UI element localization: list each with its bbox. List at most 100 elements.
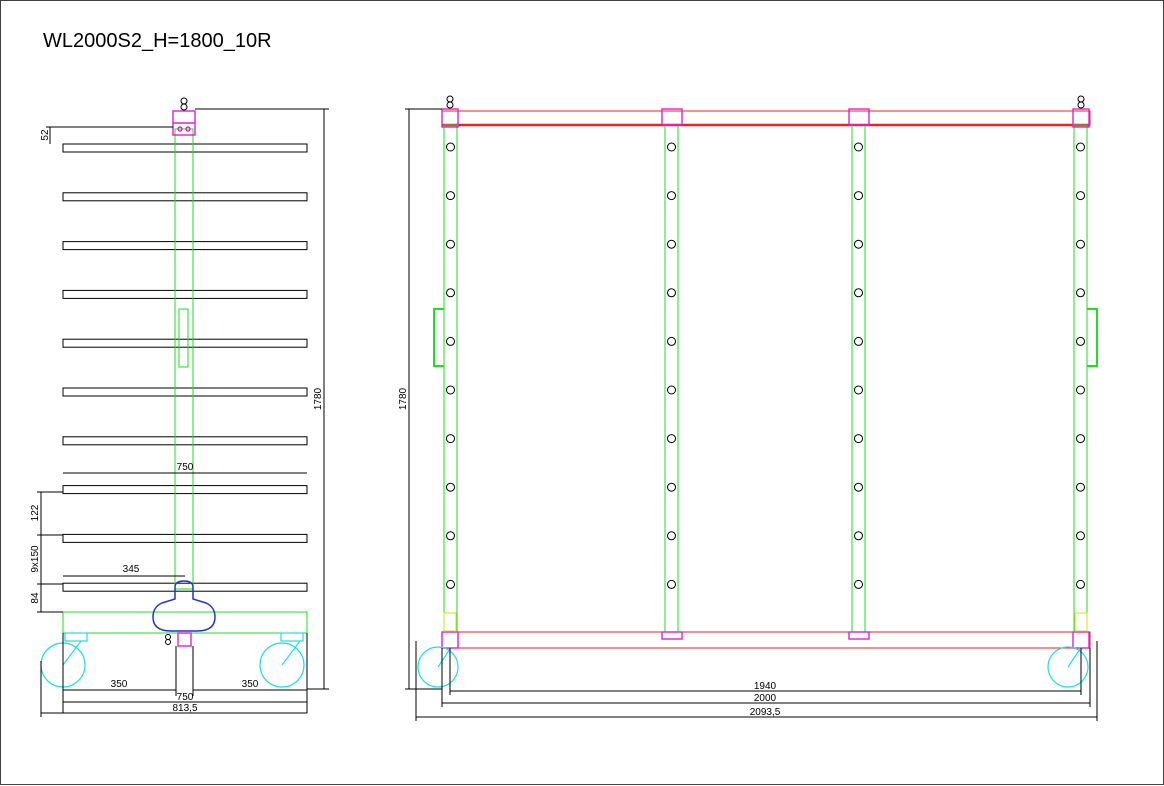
- post-3-hole-2: [854, 191, 863, 201]
- side-wheel-mount-right: [280, 632, 304, 642]
- post-4-hole-8: [1076, 482, 1085, 492]
- drawing-title: WL2000S2_H=1800_10R: [43, 30, 272, 52]
- side-view: 52 1780 750 122 9x150 345 84 350 350 750…: [30, 97, 329, 717]
- post-4-hole-3: [1076, 239, 1085, 249]
- post-4-hole-4: [1076, 288, 1085, 298]
- dim-wheel-left-label: 350: [111, 679, 128, 690]
- post-2-hole-2: [667, 191, 676, 201]
- post-1-hole-5: [446, 336, 455, 346]
- post-1-hole-1: [446, 142, 455, 152]
- post-1-hole-7: [446, 434, 455, 444]
- post-3-hole-7: [854, 434, 863, 444]
- side-wheel-mount-left: [64, 632, 88, 642]
- side-shelves: [62, 143, 308, 592]
- front-lock-right: [1074, 612, 1088, 632]
- dim-inner-width-label: 1940: [754, 681, 777, 692]
- dim-height-label: 1780: [313, 387, 324, 410]
- front-lift-eye-right-top: [1077, 95, 1085, 103]
- post-2-hole-3: [667, 239, 676, 249]
- post-2-hole-1: [667, 142, 676, 152]
- post-2-hole-4: [667, 288, 676, 298]
- drawing-sheet: WL2000S2_H=1800_10R 52 1780 750 122 9x15…: [0, 0, 1164, 785]
- dim-front-overall-label: 2093,5: [750, 707, 781, 718]
- shelf-10: [62, 582, 308, 592]
- front-bottom-rail: [441, 631, 1091, 649]
- post-2-hole-10: [667, 579, 676, 589]
- dim-overall-label: 813,5: [172, 703, 197, 714]
- post-1-hole-4: [446, 288, 455, 298]
- front-post-4: [1073, 124, 1088, 633]
- post-2-hole-9: [667, 531, 676, 541]
- side-lift-eye-bottom: [180, 103, 188, 111]
- front-mid-bottom-bracket-1: [661, 631, 683, 640]
- dim-gap-label: 122: [30, 504, 41, 521]
- front-side-handle-left: [433, 308, 444, 367]
- front-wheel-left-spoke: [437, 648, 451, 668]
- post-2-hole-5: [667, 336, 676, 346]
- front-post-1: [443, 124, 458, 633]
- post-4-hole-1: [1076, 142, 1085, 152]
- shelf-8: [62, 485, 308, 495]
- post-2-hole-6: [667, 385, 676, 395]
- dim-base-width-label: 750: [177, 692, 194, 703]
- shelf-5: [62, 338, 308, 348]
- front-top-rail: [441, 110, 1091, 126]
- side-bottom-bracket: [177, 632, 192, 647]
- front-lift-eye-right-bottom: [1077, 101, 1085, 109]
- post-3-hole-5: [854, 336, 863, 346]
- post-2-hole-8: [667, 482, 676, 492]
- post-1-hole-8: [446, 482, 455, 492]
- shelf-7: [62, 436, 308, 446]
- side-bottom-bolt-b: [165, 639, 171, 645]
- front-bottom-bracket-left: [441, 631, 459, 649]
- front-lift-eye-left-bottom: [446, 101, 454, 109]
- side-bottom-bolt-a: [165, 634, 171, 640]
- front-mid-bottom-bracket-2: [848, 631, 870, 640]
- post-1-hole-9: [446, 531, 455, 541]
- dim-front-height-label: 1780: [398, 387, 409, 410]
- post-4-hole-9: [1076, 531, 1085, 541]
- post-4-hole-6: [1076, 385, 1085, 395]
- shelf-6: [62, 387, 308, 397]
- shelf-9: [62, 533, 308, 543]
- post-3-hole-9: [854, 531, 863, 541]
- dim-top-offset-label: 52: [40, 129, 51, 141]
- post-2-hole-7: [667, 434, 676, 444]
- post-3-hole-10: [854, 579, 863, 589]
- front-post-3: [851, 124, 866, 633]
- shelf-2: [62, 192, 308, 202]
- dim-wheel-right-label: 350: [242, 679, 259, 690]
- front-bottom-bracket-right: [1072, 631, 1090, 649]
- front-posts: [443, 124, 1088, 633]
- post-3-hole-1: [854, 142, 863, 152]
- front-side-handle-right: [1087, 308, 1098, 367]
- dim-half-shelf-label: 345: [123, 564, 140, 575]
- technical-drawing: WL2000S2_H=1800_10R 52 1780 750 122 9x15…: [30, 30, 1098, 721]
- front-post-2: [664, 124, 679, 633]
- side-base-frame: [62, 611, 308, 634]
- dim-bottom-label: 84: [30, 592, 41, 604]
- post-3-hole-8: [854, 482, 863, 492]
- side-lift-eye-top: [180, 97, 188, 105]
- post-3-hole-4: [854, 288, 863, 298]
- shelf-3: [62, 241, 308, 251]
- post-1-hole-3: [446, 239, 455, 249]
- side-post-slot: [178, 308, 189, 368]
- dim-pitch-label: 9x150: [30, 545, 41, 573]
- front-lock-left: [443, 612, 457, 632]
- post-1-hole-6: [446, 385, 455, 395]
- post-4-hole-7: [1076, 434, 1085, 444]
- post-4-hole-5: [1076, 336, 1085, 346]
- post-4-hole-10: [1076, 579, 1085, 589]
- post-4-hole-2: [1076, 191, 1085, 201]
- front-view: 1780 1940 2000 2093,5: [398, 95, 1098, 721]
- front-wheel-right-spoke: [1067, 648, 1081, 668]
- post-3-hole-6: [854, 385, 863, 395]
- side-center-post: [174, 128, 194, 590]
- post-3-hole-3: [854, 239, 863, 249]
- shelf-4: [62, 289, 308, 299]
- front-lift-eye-left-top: [446, 95, 454, 103]
- post-1-hole-2: [446, 191, 455, 201]
- shelf-1: [62, 143, 308, 153]
- dim-frame-width-label: 2000: [754, 693, 777, 704]
